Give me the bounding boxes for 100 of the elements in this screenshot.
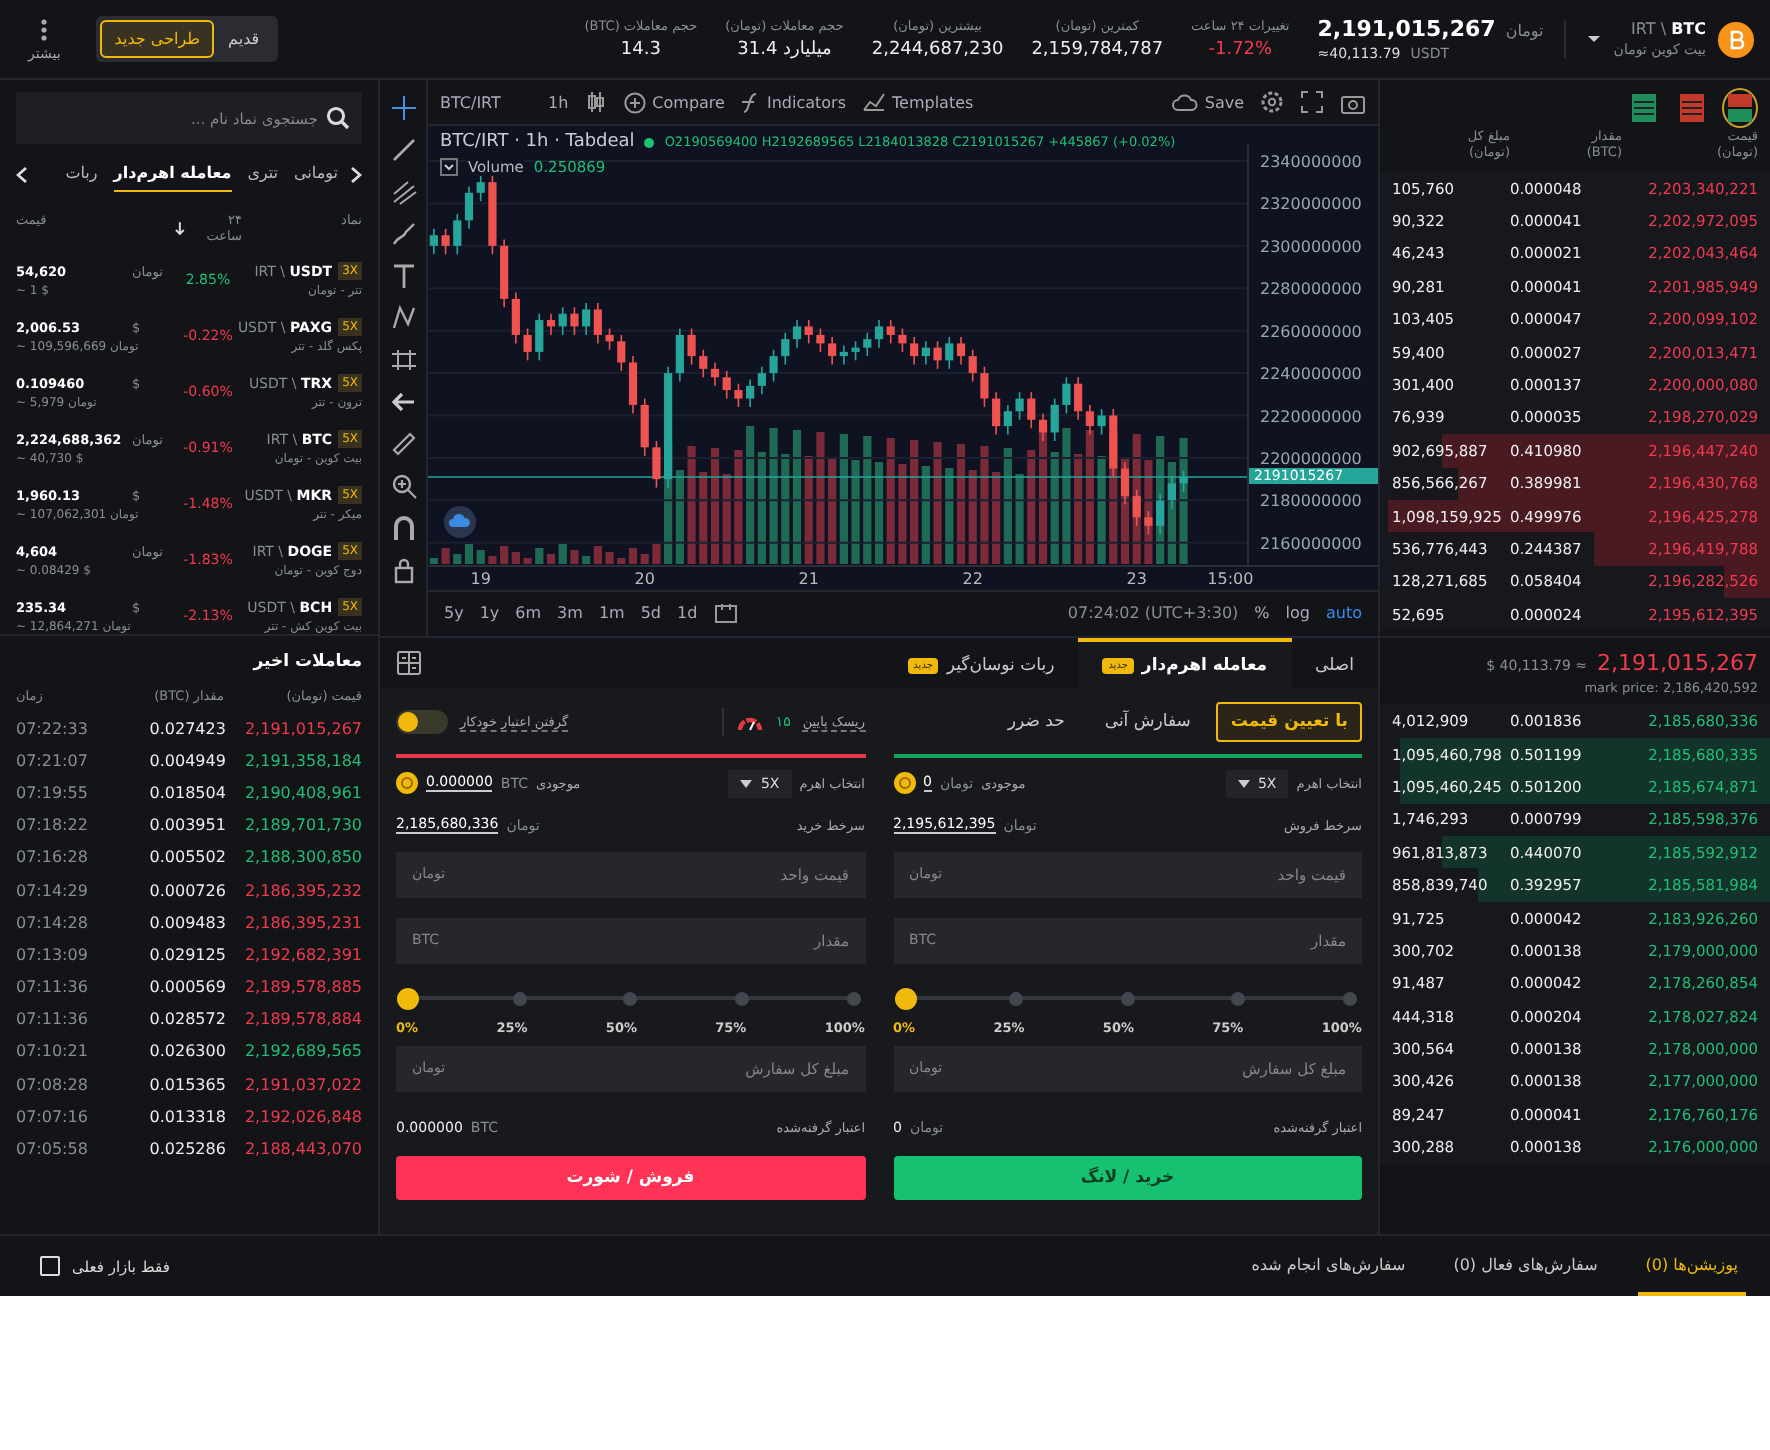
- design-toggle-button[interactable]: طراحی جدید: [100, 20, 215, 58]
- slider-step-dot[interactable]: [512, 991, 527, 1005]
- fullscreen-icon[interactable]: [1300, 90, 1324, 114]
- slider-step-dot[interactable]: [1231, 991, 1246, 1005]
- magnet-tool-icon[interactable]: [389, 514, 417, 542]
- trade-price: 2,192,026,848: [244, 1107, 362, 1126]
- scale-button[interactable]: %: [1254, 604, 1270, 622]
- line-tool-icon[interactable]: [389, 136, 417, 164]
- buy-long-button[interactable]: خرید / لانگ: [893, 1155, 1362, 1199]
- candlestick: [1085, 404, 1094, 436]
- ruler-tool-icon[interactable]: [389, 430, 417, 458]
- slider-step-dot[interactable]: [734, 991, 749, 1005]
- slider-step-dot[interactable]: [623, 991, 638, 1005]
- slider-thumb[interactable]: [894, 987, 916, 1009]
- trade-amount: 0.028572: [147, 1010, 228, 1029]
- checkbox[interactable]: [40, 1256, 60, 1276]
- market-tab[interactable]: معامله اهرم‌دار: [113, 156, 232, 192]
- templates-button[interactable]: Templates: [862, 92, 974, 112]
- orders-tab[interactable]: سفارش‌های انجام شده: [1243, 1236, 1414, 1296]
- zoom-tool-icon[interactable]: [389, 472, 417, 500]
- candlestick: [1050, 397, 1059, 442]
- candlestick: [1097, 408, 1106, 436]
- trade-time: 07:11:36: [16, 978, 90, 997]
- price-unit: تومان: [1505, 22, 1544, 40]
- trade-time: 07:21:07: [16, 751, 90, 770]
- order-type-tab[interactable]: با تعیین قیمت: [1216, 702, 1362, 742]
- compare-button[interactable]: Compare: [624, 91, 725, 113]
- trade-amount: 0.018504: [147, 783, 228, 802]
- settings-icon[interactable]: [1260, 90, 1284, 114]
- trade-price: 2,191,015,267: [244, 719, 362, 738]
- calculator-icon[interactable]: [396, 650, 422, 676]
- orders-tab[interactable]: سفارش‌های فعال (0): [1445, 1236, 1606, 1296]
- slider-step-dot[interactable]: [1120, 991, 1135, 1005]
- stat-value: 2,244,687,230: [871, 40, 1004, 60]
- candlestick: [781, 331, 790, 366]
- time-axis-label: 19: [470, 570, 491, 584]
- candle-type-icon[interactable]: [584, 90, 609, 114]
- price-axis-label: 2260000000: [1260, 322, 1362, 341]
- trade-amount: 0.009483: [147, 913, 228, 932]
- range-button[interactable]: 1y: [479, 604, 500, 622]
- trade-tab[interactable]: اصلی: [1291, 638, 1378, 688]
- chevron-right-icon[interactable]: [350, 165, 362, 183]
- collapse-icon[interactable]: [440, 158, 458, 176]
- measure-tool-icon[interactable]: [389, 346, 417, 374]
- order-type-tab[interactable]: حد ضرر: [993, 702, 1079, 742]
- text-tool-icon[interactable]: [389, 262, 417, 290]
- order-book-view-icon[interactable]: [1674, 88, 1710, 128]
- sell-short-button[interactable]: فروش / شورت: [396, 1155, 865, 1199]
- market-tab[interactable]: تومانی: [294, 156, 338, 192]
- slider-step-dot[interactable]: [1009, 991, 1024, 1005]
- indicators-button[interactable]: Indicators: [740, 91, 846, 113]
- order-book-view-icon[interactable]: [1722, 88, 1758, 128]
- cloud-badge-icon[interactable]: [444, 506, 476, 538]
- range-button[interactable]: 5y: [444, 604, 464, 622]
- range-button[interactable]: 1d: [677, 604, 698, 622]
- range-button[interactable]: 6m: [515, 604, 542, 622]
- coin-icon: [893, 772, 915, 794]
- price-axis-label: 2240000000: [1260, 365, 1362, 384]
- trade-price: 2,191,037,022: [244, 1075, 362, 1094]
- save-button[interactable]: Save: [1172, 93, 1244, 111]
- range-button[interactable]: 1m: [598, 604, 625, 622]
- symbol-button[interactable]: BTC/IRT: [440, 93, 532, 111]
- order-book-view-icon[interactable]: [1626, 88, 1662, 128]
- brush-tool-icon[interactable]: [389, 220, 417, 248]
- chevron-left-icon[interactable]: [16, 165, 28, 183]
- back-tool-icon[interactable]: [389, 388, 417, 416]
- caret-icon: [740, 779, 753, 787]
- scale-button[interactable]: auto: [1325, 604, 1362, 622]
- amount-slider[interactable]: [396, 987, 865, 1009]
- fork-tool-icon[interactable]: [389, 178, 417, 206]
- crosshair-tool-icon[interactable]: [389, 94, 417, 122]
- vertical-dots-icon: [40, 17, 49, 41]
- order-type-tab[interactable]: سفارش آنی: [1090, 702, 1205, 742]
- slider-step-dot[interactable]: [846, 991, 860, 1005]
- price-axis-label: 2320000000: [1260, 195, 1362, 214]
- auto-credit-toggle[interactable]: [396, 710, 448, 734]
- date-range-icon[interactable]: [713, 602, 738, 624]
- design-toggle-button[interactable]: قدیم: [214, 20, 274, 58]
- interval-button[interactable]: 1h: [548, 93, 569, 111]
- candlestick: [863, 331, 872, 357]
- candlestick: [605, 327, 614, 351]
- camera-icon[interactable]: [1340, 91, 1366, 113]
- scale-button[interactable]: log: [1285, 604, 1310, 622]
- slider-thumb[interactable]: [397, 987, 419, 1009]
- amount-slider[interactable]: [893, 987, 1362, 1009]
- market-tab[interactable]: تتری: [247, 156, 279, 192]
- pattern-tool-icon[interactable]: [389, 304, 417, 332]
- trade-amount: 0.005502: [147, 848, 228, 867]
- orders-tab[interactable]: پوزیشن‌ها (0): [1637, 1236, 1746, 1296]
- candlestick: [945, 336, 954, 370]
- trade-amount: 0.026300: [147, 1042, 228, 1061]
- candlestick: [511, 291, 520, 345]
- range-button[interactable]: 5d: [640, 604, 661, 622]
- candlestick: [1074, 376, 1083, 421]
- sort-arrow-icon[interactable]: [174, 221, 186, 235]
- market-tab[interactable]: ربات: [65, 156, 98, 192]
- range-button[interactable]: 3m: [557, 604, 583, 622]
- lock-tool-icon[interactable]: [389, 556, 417, 584]
- slider-step-dot[interactable]: [1343, 991, 1357, 1005]
- time-axis-label: 20: [634, 570, 655, 584]
